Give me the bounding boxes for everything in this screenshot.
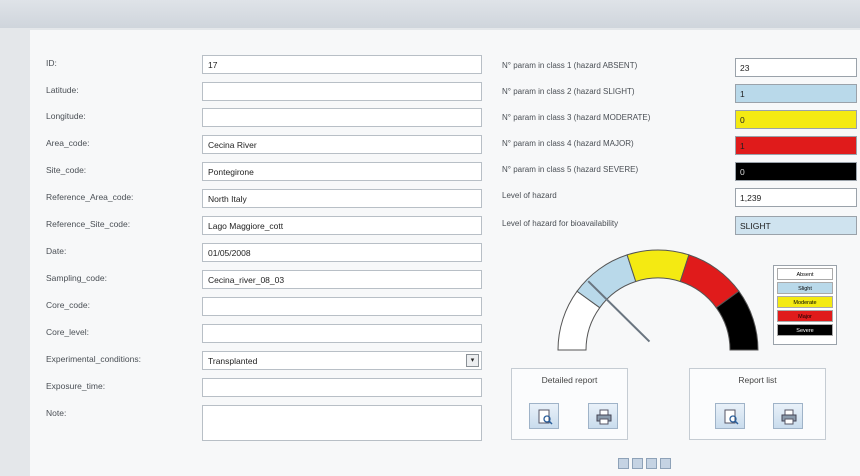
field-label: Date: bbox=[46, 246, 67, 256]
text-field[interactable]: 17 bbox=[202, 55, 482, 74]
field-label: Core_level: bbox=[46, 327, 89, 337]
legend-item: Absent bbox=[777, 268, 833, 280]
field-value: 01/05/2008 bbox=[208, 248, 251, 258]
text-field[interactable] bbox=[202, 297, 482, 316]
text-field[interactable] bbox=[202, 405, 482, 441]
hazard-value-field[interactable]: 1,239 bbox=[735, 188, 857, 207]
last-record-button[interactable] bbox=[660, 458, 671, 469]
text-field[interactable] bbox=[202, 82, 482, 101]
field-label: Reference_Site_code: bbox=[46, 219, 131, 229]
title-bar bbox=[0, 0, 860, 28]
experimental-conditions-combo[interactable]: Transplanted ▾ bbox=[202, 351, 482, 370]
text-field[interactable]: 01/05/2008 bbox=[202, 243, 482, 262]
hazard-value-field[interactable]: 0 bbox=[735, 162, 857, 181]
hazard-value-field[interactable]: 23 bbox=[735, 58, 857, 77]
hazard-value-field[interactable]: SLIGHT bbox=[735, 216, 857, 235]
field-value: Transplanted bbox=[208, 356, 258, 366]
field-value: Lago Maggiore_cott bbox=[208, 221, 284, 231]
field-label: Experimental_conditions: bbox=[46, 354, 141, 364]
field-label: Sampling_code: bbox=[46, 273, 107, 283]
field-label: Exposure_time: bbox=[46, 381, 106, 391]
text-field[interactable]: Cecina River bbox=[202, 135, 482, 154]
dropdown-arrow-icon[interactable]: ▾ bbox=[466, 354, 479, 367]
report-list-group: Report list bbox=[689, 368, 826, 440]
print-icon bbox=[781, 409, 797, 425]
field-value: Pontegirone bbox=[208, 167, 254, 177]
hazard-value-field[interactable]: 0 bbox=[735, 110, 857, 129]
hazard-label: N° param in class 1 (hazard ABSENT) bbox=[502, 61, 638, 70]
report-list-print-button[interactable] bbox=[773, 403, 803, 429]
detailed-report-group: Detailed report bbox=[511, 368, 628, 440]
legend-item: Moderate bbox=[777, 296, 833, 308]
next-record-button[interactable] bbox=[646, 458, 657, 469]
text-field[interactable] bbox=[202, 324, 482, 343]
first-record-button[interactable] bbox=[618, 458, 629, 469]
field-label: Core_code: bbox=[46, 300, 90, 310]
hazard-gauge bbox=[557, 249, 759, 351]
hazard-label: Level of hazard for bioavailability bbox=[502, 219, 619, 228]
legend-item: Severe bbox=[777, 324, 833, 336]
hazard-label: N° param in class 5 (hazard SEVERE) bbox=[502, 165, 639, 174]
preview-icon bbox=[538, 409, 553, 425]
field-value: 17 bbox=[208, 60, 218, 70]
field-label: Area_code: bbox=[46, 138, 90, 148]
text-field[interactable] bbox=[202, 108, 482, 127]
legend-item: Slight bbox=[777, 282, 833, 294]
field-label: ID: bbox=[46, 58, 57, 68]
hazard-legend: Absent Slight Moderate Major Severe bbox=[773, 265, 837, 345]
text-field[interactable] bbox=[202, 378, 482, 397]
field-value: Cecina_river_08_03 bbox=[208, 275, 285, 285]
hazard-value-field[interactable]: 1 bbox=[735, 84, 857, 103]
previous-record-button[interactable] bbox=[632, 458, 643, 469]
text-field[interactable]: Pontegirone bbox=[202, 162, 482, 181]
detailed-report-preview-button[interactable] bbox=[529, 403, 559, 429]
field-label: Longitude: bbox=[46, 111, 86, 121]
gauge-segment bbox=[626, 249, 690, 283]
text-field[interactable]: North Italy bbox=[202, 189, 482, 208]
hazard-label: N° param in class 3 (hazard MODERATE) bbox=[502, 113, 651, 122]
field-label: Reference_Area_code: bbox=[46, 192, 134, 202]
hazard-label: N° param in class 4 (hazard MAJOR) bbox=[502, 139, 634, 148]
print-icon bbox=[596, 409, 612, 425]
field-label: Latitude: bbox=[46, 85, 79, 95]
hazard-label: Level of hazard bbox=[502, 191, 557, 200]
legend-item: Major bbox=[777, 310, 833, 322]
preview-icon bbox=[724, 409, 739, 425]
text-field[interactable]: Cecina_river_08_03 bbox=[202, 270, 482, 289]
report-list-preview-button[interactable] bbox=[715, 403, 745, 429]
field-label: Note: bbox=[46, 408, 67, 418]
hazard-value-field[interactable]: 1 bbox=[735, 136, 857, 155]
field-value: North Italy bbox=[208, 194, 247, 204]
detailed-report-print-button[interactable] bbox=[588, 403, 618, 429]
text-field[interactable]: Lago Maggiore_cott bbox=[202, 216, 482, 235]
hazard-label: N° param in class 2 (hazard SLIGHT) bbox=[502, 87, 635, 96]
report-list-title: Report list bbox=[738, 375, 777, 385]
field-label: Site_code: bbox=[46, 165, 87, 175]
field-value: Cecina River bbox=[208, 140, 257, 150]
detailed-report-title: Detailed report bbox=[541, 375, 598, 385]
